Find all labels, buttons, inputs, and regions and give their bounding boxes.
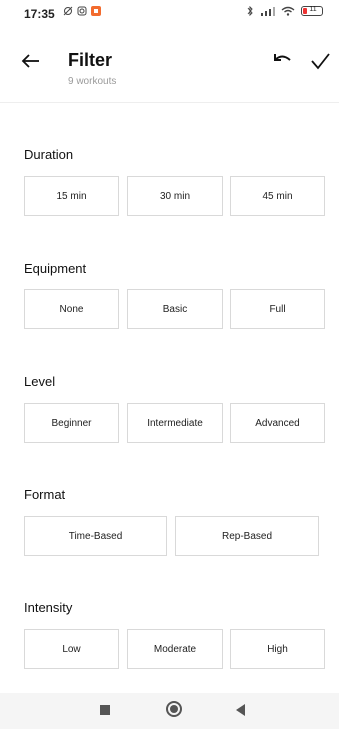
back-arrow-icon	[21, 54, 39, 68]
app-bar: Filter 9 workouts	[0, 34, 339, 103]
duration-option-30[interactable]: 30 min	[127, 176, 223, 216]
bluetooth-icon	[247, 6, 253, 16]
checkmark-icon	[311, 53, 330, 70]
intensity-option-high[interactable]: High	[230, 629, 325, 669]
status-time: 17:35	[24, 7, 55, 21]
intensity-option-moderate[interactable]: Moderate	[127, 629, 223, 669]
duration-title: Duration	[24, 147, 74, 162]
level-title: Level	[24, 374, 56, 389]
equipment-option-full[interactable]: Full	[230, 289, 325, 329]
undo-icon	[274, 54, 291, 61]
level-option-beginner[interactable]: Beginner	[24, 403, 119, 443]
battery-level: 11	[309, 6, 317, 13]
status-system-icons: 11	[245, 6, 323, 16]
duration-option-15[interactable]: 15 min	[24, 176, 119, 216]
intensity-title: Intensity	[24, 600, 73, 615]
square-icon[interactable]	[100, 705, 110, 715]
status-notification-icons	[63, 6, 101, 16]
page-title: Filter	[68, 50, 113, 70]
duration-option-45[interactable]: 45 min	[230, 176, 325, 216]
circle-icon[interactable]	[166, 701, 182, 717]
alarm-off-icon	[63, 6, 73, 16]
intensity-option-low[interactable]: Low	[24, 629, 119, 669]
format-title: Format	[24, 487, 66, 502]
status-bar: 17:35 11	[0, 0, 339, 28]
camera-icon	[77, 6, 87, 16]
equipment-option-none[interactable]: None	[24, 289, 119, 329]
level-option-advanced[interactable]: Advanced	[230, 403, 325, 443]
level-option-intermediate[interactable]: Intermediate	[127, 403, 223, 443]
triangle-icon[interactable]	[236, 704, 245, 716]
format-option-rep-based[interactable]: Rep-Based	[175, 516, 319, 556]
system-nav-bar	[0, 693, 339, 729]
workout-count: 9 workouts	[68, 76, 117, 87]
wifi-icon	[281, 6, 295, 16]
app-notification-icon	[91, 6, 101, 16]
apply-button[interactable]	[307, 48, 333, 74]
back-button[interactable]	[18, 48, 44, 74]
equipment-option-basic[interactable]: Basic	[127, 289, 223, 329]
signal-icon	[261, 7, 275, 16]
reset-button[interactable]	[268, 48, 296, 74]
equipment-title: Equipment	[24, 261, 87, 276]
format-option-time-based[interactable]: Time-Based	[24, 516, 167, 556]
battery-icon: 11	[301, 6, 323, 16]
